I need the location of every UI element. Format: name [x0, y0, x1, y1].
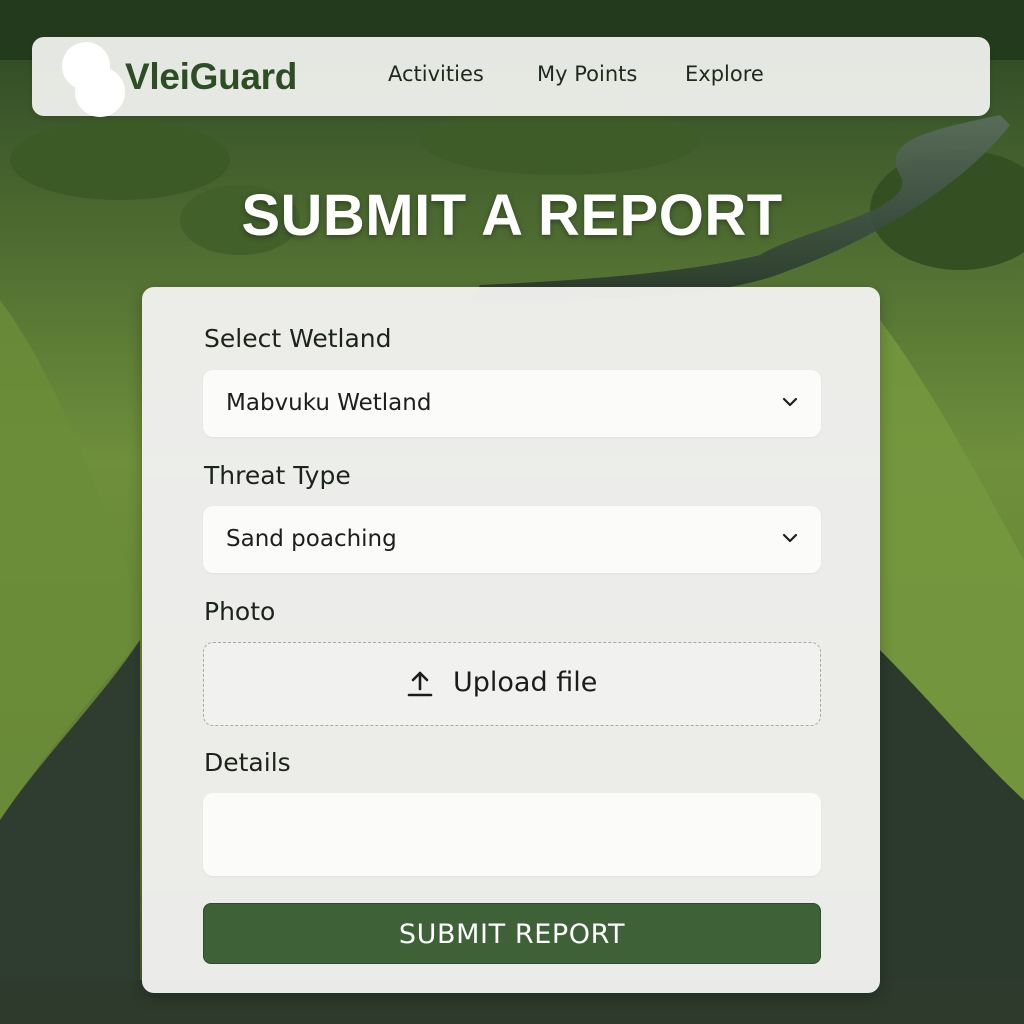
- logo-mark: [62, 42, 125, 117]
- details-label: Details: [204, 748, 291, 777]
- wetland-label: Select Wetland: [204, 324, 392, 353]
- photo-label: Photo: [204, 597, 276, 626]
- threat-type-select[interactable]: Sand poaching: [203, 506, 821, 573]
- brand-name[interactable]: VleiGuard: [125, 56, 297, 98]
- chevron-down-icon: [782, 533, 798, 543]
- nav-my-points[interactable]: My Points: [537, 62, 637, 86]
- threat-type-select-value: Sand poaching: [226, 526, 397, 552]
- nav-activities[interactable]: Activities: [388, 62, 484, 86]
- chevron-down-icon: [782, 397, 798, 407]
- nav-explore[interactable]: Explore: [685, 62, 764, 86]
- upload-icon: [407, 671, 433, 697]
- threat-type-label: Threat Type: [204, 461, 351, 490]
- page-title: SUBMIT A REPORT: [241, 183, 783, 248]
- wetland-select-value: Mabvuku Wetland: [226, 390, 432, 416]
- details-textarea[interactable]: [203, 793, 821, 876]
- submit-report-button[interactable]: SUBMIT REPORT: [203, 903, 821, 964]
- upload-file-label: Upload file: [453, 667, 598, 698]
- wetland-select[interactable]: Mabvuku Wetland: [203, 370, 821, 437]
- upload-file-dropzone[interactable]: Upload file: [203, 642, 821, 726]
